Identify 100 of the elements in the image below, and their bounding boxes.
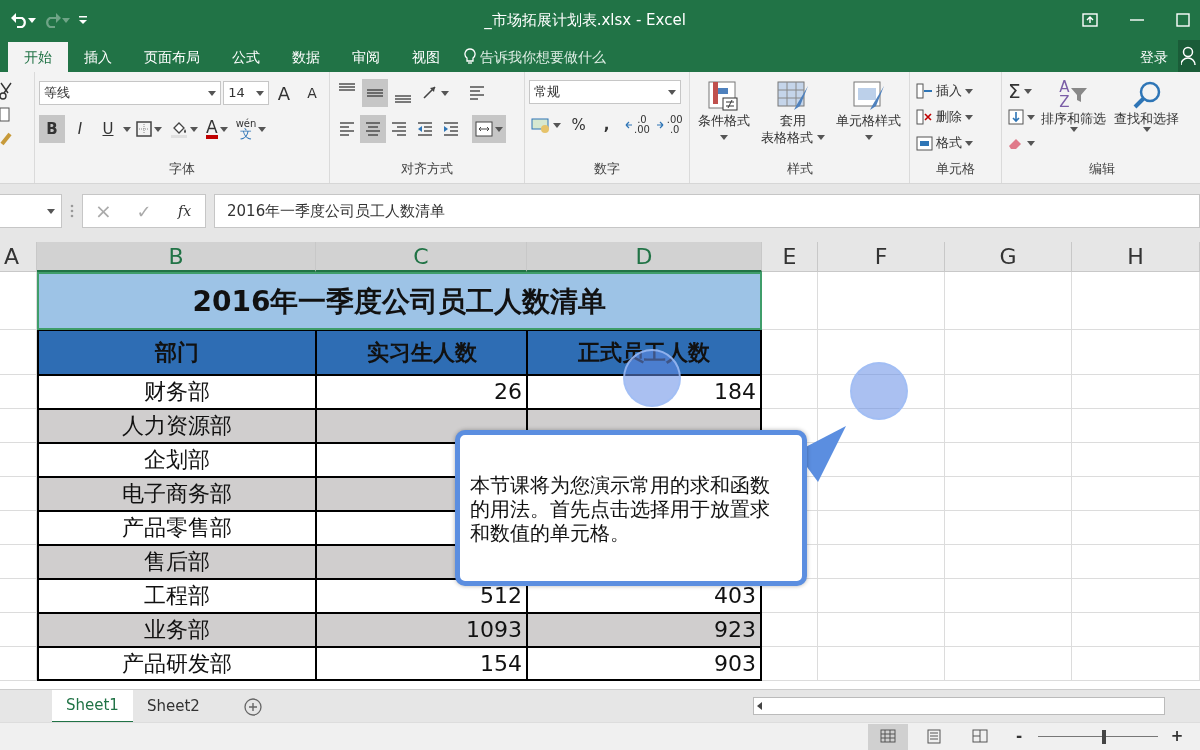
- table-format-icon: [776, 80, 810, 112]
- ribbon-tab[interactable]: 数据: [276, 42, 336, 72]
- name-box[interactable]: [0, 194, 62, 228]
- ribbon-tab[interactable]: 插入: [68, 42, 128, 72]
- copy-icon[interactable]: [0, 106, 12, 124]
- font-size-dropdown[interactable]: 14: [223, 81, 269, 105]
- align-center-button[interactable]: [360, 115, 386, 143]
- underline-button[interactable]: U: [95, 115, 121, 143]
- window-title: _市场拓展计划表.xlsx - Excel: [484, 11, 686, 29]
- minimize-icon: [1130, 19, 1144, 21]
- autosum-button[interactable]: Σ: [1006, 78, 1037, 104]
- format-cells-icon: [916, 135, 933, 151]
- caret-icon: [219, 126, 228, 132]
- column-header[interactable]: F: [818, 242, 945, 272]
- group-label: 样式: [786, 161, 813, 176]
- ribbon-tab[interactable]: 视图: [396, 42, 456, 72]
- eraser-icon: [1008, 136, 1024, 150]
- number-format-dropdown[interactable]: 常规: [529, 80, 681, 104]
- undo-icon: [10, 12, 28, 28]
- wrap-text-icon: [468, 84, 486, 102]
- table-cell: 512: [316, 579, 527, 613]
- caret-icon: [190, 126, 198, 132]
- horizontal-scrollbar[interactable]: [753, 697, 1165, 715]
- increase-decimal-button[interactable]: .00 .0: [654, 111, 685, 139]
- column-header[interactable]: E: [762, 242, 818, 272]
- ribbon-tab[interactable]: 审阅: [336, 42, 396, 72]
- align-bottom-icon: [395, 95, 411, 103]
- bold-button[interactable]: B: [39, 115, 65, 143]
- caret-icon: [154, 126, 162, 132]
- column-heading: 正式员工人数: [527, 330, 762, 375]
- arrow-icon: [624, 121, 632, 129]
- decrease-indent-icon: [416, 120, 434, 138]
- caret-icon: [62, 17, 70, 23]
- phonetic-guide-button[interactable]: wén 文: [232, 115, 270, 143]
- fill-bucket-icon: [170, 120, 188, 138]
- click-marker: [850, 362, 908, 420]
- grow-font-button[interactable]: A: [271, 79, 297, 107]
- caret-icon: [1027, 114, 1035, 120]
- redo-icon: [44, 12, 62, 28]
- shrink-font-button[interactable]: A: [299, 79, 325, 107]
- scissors-icon[interactable]: [0, 82, 12, 100]
- group-label: 对齐方式: [401, 161, 453, 176]
- group-label: 数字: [594, 161, 620, 176]
- sheet-tab[interactable]: Sheet1: [52, 690, 133, 723]
- table-cell: 企划部: [37, 443, 316, 477]
- zoom-slider-thumb[interactable]: [1101, 729, 1106, 744]
- caret-icon: [256, 90, 264, 96]
- caret-icon: [208, 90, 217, 96]
- column-header[interactable]: D: [527, 242, 762, 272]
- tell-me-field[interactable]: 告诉我你想要做什么: [464, 42, 606, 72]
- find-select-button[interactable]: 查找和选择: [1110, 78, 1183, 156]
- increase-indent-icon: [442, 120, 460, 138]
- caret-icon: [123, 126, 131, 132]
- merge-center-button[interactable]: [472, 115, 506, 143]
- italic-button[interactable]: I: [67, 115, 93, 143]
- borders-icon: [136, 121, 152, 137]
- caret-icon: [47, 208, 55, 214]
- zoom-in-button[interactable]: +: [1164, 722, 1190, 750]
- table-cell: 1093: [316, 613, 527, 647]
- ribbon-tab[interactable]: 公式: [216, 42, 276, 72]
- table-cell: 产品零售部: [37, 511, 316, 545]
- zoom-out-button[interactable]: -: [1006, 722, 1032, 750]
- font-name-dropdown[interactable]: 等线: [39, 81, 222, 105]
- column-header[interactable]: C: [316, 242, 527, 272]
- search-icon: [1131, 80, 1162, 110]
- font-color-button[interactable]: A: [203, 115, 231, 143]
- delete-cells-button[interactable]: 删除: [914, 104, 997, 130]
- decrease-decimal-button[interactable]: .0 .00: [621, 111, 653, 139]
- customize-icon: [78, 15, 88, 25]
- insert-cells-button[interactable]: 插入: [914, 78, 997, 104]
- sheet-tab[interactable]: Sheet2: [132, 690, 214, 723]
- splitter-icon: [70, 204, 74, 218]
- table-cell: 26: [316, 375, 527, 409]
- column-header[interactable]: A: [0, 242, 37, 272]
- plus-circle-icon: [243, 697, 262, 716]
- caret-icon: [720, 135, 728, 140]
- cell-styles-icon: [851, 80, 886, 112]
- cell-styles-button[interactable]: 单元格样式: [832, 78, 905, 148]
- sort-filter-button[interactable]: A Z 排序和筛选: [1037, 78, 1110, 156]
- ribbon-tab[interactable]: 开始: [8, 42, 68, 72]
- table-cell: 售后部: [37, 545, 316, 579]
- group-label: 字体: [169, 161, 195, 176]
- align-middle-button[interactable]: [362, 79, 388, 107]
- currency-icon: [531, 117, 552, 133]
- column-header[interactable]: H: [1072, 242, 1200, 272]
- column-header[interactable]: B: [37, 242, 316, 272]
- group-label: 单元格: [936, 161, 975, 176]
- sign-in-link[interactable]: 登录: [1130, 42, 1178, 72]
- format-cells-button[interactable]: 格式: [914, 130, 997, 156]
- percent-button[interactable]: %: [565, 111, 592, 139]
- ribbon-tab[interactable]: 页面布局: [128, 42, 216, 72]
- column-header[interactable]: G: [945, 242, 1072, 272]
- conditional-formatting-button[interactable]: 条件格式: [694, 78, 754, 148]
- normal-view-button[interactable]: [868, 723, 908, 750]
- table-cell: 财务部: [37, 375, 316, 409]
- format-painter-icon[interactable]: [0, 130, 14, 146]
- format-as-table-button[interactable]: 套用 表格格式: [757, 78, 829, 148]
- caret-icon: [965, 140, 973, 146]
- table-cell: 903: [527, 647, 762, 681]
- comma-button[interactable]: ,: [593, 111, 620, 139]
